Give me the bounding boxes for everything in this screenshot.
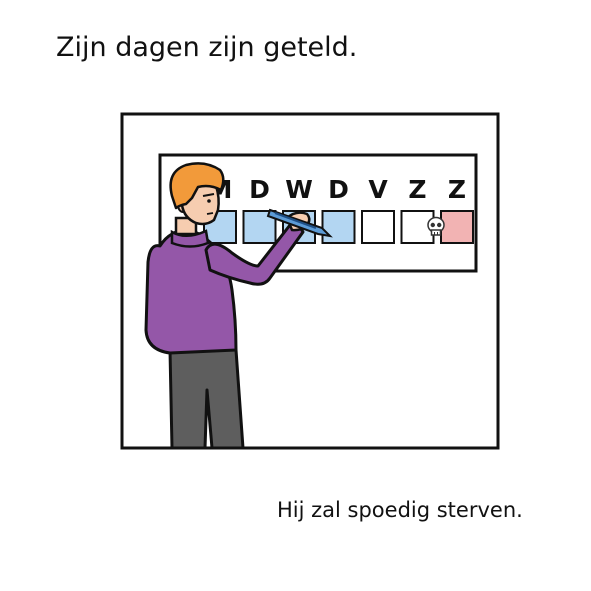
pants xyxy=(168,348,245,450)
day-box xyxy=(361,210,395,244)
panel-caption: Hij zal spoedig sterven. xyxy=(277,498,523,522)
day-box xyxy=(321,210,356,244)
day-letter: Z xyxy=(408,175,426,204)
day-letter: D xyxy=(328,175,349,204)
day-letter: V xyxy=(368,175,388,204)
day-letter: D xyxy=(249,175,270,204)
day-letter: Z xyxy=(448,175,466,204)
day-letter: W xyxy=(285,175,313,204)
day-box xyxy=(440,210,474,244)
